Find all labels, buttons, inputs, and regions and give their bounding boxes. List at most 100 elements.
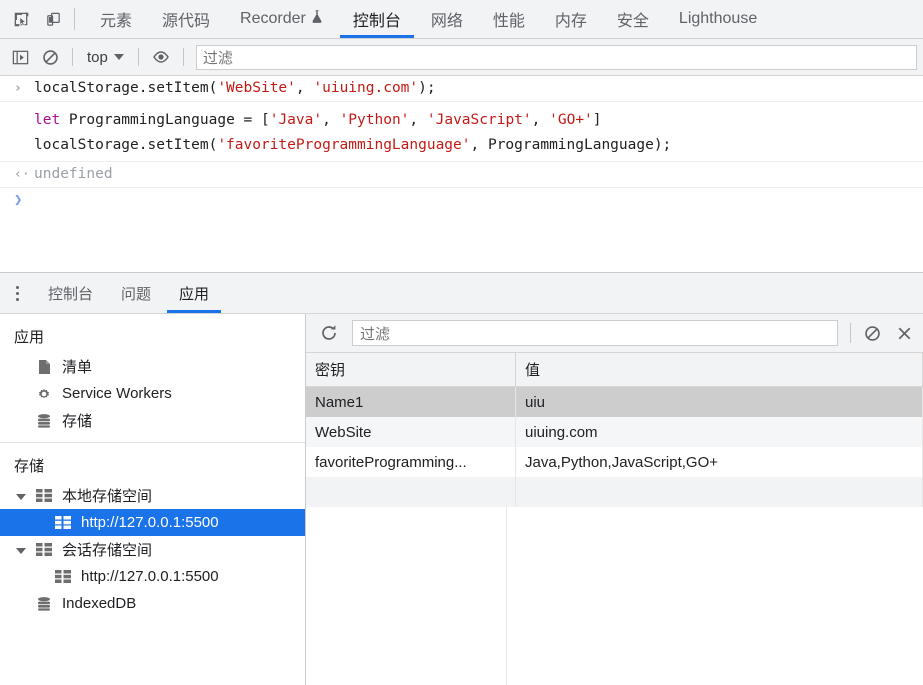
table-grid-icon — [54, 514, 72, 532]
tab-label: 性能 — [492, 13, 525, 30]
chevron-down-icon — [113, 54, 124, 60]
delete-selected-x-icon[interactable] — [889, 320, 919, 346]
drawer-tab-label: 问题 — [121, 285, 152, 303]
sidebar-item-storage[interactable]: 存储 — [0, 407, 305, 434]
live-expression-eye-icon[interactable] — [147, 44, 175, 70]
sidebar-item-label: 清单 — [62, 359, 93, 376]
storage-table-panel: 过滤 密钥 值 Name1 uiu WebSite uiuing.com fav… — [306, 314, 923, 685]
sidebar-item-label: http://127.0.0.1:5500 — [81, 568, 219, 585]
storage-filter-input[interactable]: 过滤 — [352, 320, 838, 346]
manifest-file-icon — [35, 358, 53, 376]
database-icon — [35, 412, 53, 430]
column-header-key[interactable]: 密钥 — [306, 353, 516, 387]
toolbar-divider — [72, 48, 73, 66]
sidebar-item-label: 存储 — [62, 413, 93, 430]
refresh-icon[interactable] — [314, 320, 344, 346]
table-row-empty[interactable] — [306, 477, 923, 507]
column-header-value[interactable]: 值 — [515, 353, 923, 387]
sidebar-section-title-application: 应用 — [14, 329, 45, 346]
cell-key[interactable]: Name1 — [306, 386, 516, 417]
tab-memory[interactable]: 内存 — [540, 0, 602, 38]
chevron-down-icon[interactable] — [16, 547, 26, 554]
sidebar-section-application: 应用 清单 Service Workers 存储 — [0, 314, 305, 442]
tab-recorder[interactable]: Recorder — [225, 0, 338, 38]
main-toolbar-icons — [0, 0, 85, 38]
tab-label: 安全 — [616, 13, 649, 30]
sidebar-item-local-storage-origin[interactable]: http://127.0.0.1:5500 — [0, 509, 305, 536]
console-input-marker-blank — [0, 110, 34, 131]
execution-context-value: top — [87, 48, 108, 66]
console-input-code-line-1: let ProgrammingLanguage = ['Java', 'Pyth… — [34, 112, 602, 128]
tab-sources[interactable]: 源代码 — [147, 0, 225, 38]
table-header-row: 密钥 值 — [306, 353, 923, 387]
tab-label: 网络 — [430, 13, 463, 30]
chevron-down-icon[interactable] — [16, 493, 26, 500]
console-filter-placeholder: 过滤 — [202, 49, 233, 67]
drawer-tab-application[interactable]: 应用 — [165, 273, 223, 313]
table-header: 密钥 值 — [306, 353, 923, 387]
sidebar-item-local-storage[interactable]: 本地存储空间 — [0, 482, 305, 509]
flask-experiment-icon — [311, 9, 323, 29]
table-grid-icon — [35, 541, 53, 559]
console-prompt[interactable]: ❯ — [0, 188, 923, 212]
sidebar-item-session-storage[interactable]: 会话存储空间 — [0, 536, 305, 563]
tab-lighthouse[interactable]: Lighthouse — [664, 0, 772, 38]
cell-value[interactable] — [515, 477, 923, 507]
sidebar-item-label: 本地存储空间 — [62, 488, 153, 505]
gear-icon — [35, 385, 53, 403]
tab-label: 元素 — [100, 13, 133, 30]
table-empty-value-column — [507, 507, 923, 685]
table-grid-icon — [54, 568, 72, 586]
console-sidebar-icon[interactable] — [6, 44, 34, 70]
tab-network[interactable]: 网络 — [416, 0, 478, 38]
cell-value[interactable]: uiuing.com — [515, 417, 923, 447]
tab-elements[interactable]: 元素 — [85, 0, 147, 38]
main-tab-bar: 元素 源代码 Recorder 控制台 网络 性能 内存 安全 Lighthou… — [0, 0, 923, 39]
drawer: 控制台 问题 应用 应用 清单 Service Workers 存储 存储 本地… — [0, 272, 923, 685]
cell-key[interactable]: WebSite — [306, 417, 516, 447]
tab-label: 控制台 — [352, 13, 401, 30]
console-entry-input-2[interactable]: let ProgrammingLanguage = ['Java', 'Pyth… — [0, 102, 923, 162]
device-toolbar-icon[interactable] — [40, 6, 66, 32]
toolbar-divider — [850, 323, 851, 343]
tab-security[interactable]: 安全 — [602, 0, 664, 38]
toolbar-divider — [182, 48, 184, 66]
console-input-marker-blank-2 — [0, 135, 34, 156]
clear-all-icon[interactable] — [857, 320, 887, 346]
inspect-cursor-icon[interactable] — [8, 6, 34, 32]
table-row[interactable]: favoriteProgramming... Java,Python,JavaS… — [306, 447, 923, 477]
sidebar-item-label: IndexedDB — [62, 595, 137, 612]
sidebar-item-session-storage-origin[interactable]: http://127.0.0.1:5500 — [0, 563, 305, 590]
storage-table-toolbar: 过滤 — [306, 314, 923, 353]
sidebar-item-label: http://127.0.0.1:5500 — [81, 514, 219, 531]
drawer-tab-issues[interactable]: 问题 — [107, 273, 165, 313]
clear-console-icon[interactable] — [36, 44, 64, 70]
console-input-marker: › — [14, 81, 22, 96]
execution-context-selector[interactable]: top — [81, 45, 130, 69]
console-toolbar: top 过滤 — [0, 39, 923, 76]
cell-key[interactable] — [306, 477, 516, 507]
tab-console[interactable]: 控制台 — [338, 0, 416, 38]
drawer-tab-label: 应用 — [179, 285, 210, 303]
sidebar-item-indexeddb[interactable]: IndexedDB — [0, 590, 305, 617]
console-input-code-line-2: localStorage.setItem('favoriteProgrammin… — [34, 137, 672, 153]
drawer-tab-console[interactable]: 控制台 — [34, 273, 107, 313]
sidebar-item-label: Service Workers — [62, 385, 172, 402]
console-prompt-chevron-icon: ❯ — [14, 192, 23, 208]
panel-tabs: 元素 源代码 Recorder 控制台 网络 性能 内存 安全 Lighthou… — [85, 0, 772, 38]
cell-value[interactable]: Java,Python,JavaScript,GO+ — [515, 447, 923, 477]
tab-performance[interactable]: 性能 — [478, 0, 540, 38]
console-entry-input-1[interactable]: › localStorage.setItem('WebSite', 'uiuin… — [0, 76, 923, 102]
more-options-dots-icon[interactable] — [0, 273, 34, 313]
table-row[interactable]: WebSite uiuing.com — [306, 417, 923, 447]
console-filter-input[interactable]: 过滤 — [195, 44, 917, 70]
sidebar-item-label: 会话存储空间 — [62, 542, 153, 559]
storage-key-value-table: 密钥 值 Name1 uiu WebSite uiuing.com favori… — [306, 353, 923, 507]
toolbar-divider — [137, 48, 139, 66]
table-row[interactable]: Name1 uiu — [306, 386, 923, 417]
sidebar-item-service-workers[interactable]: Service Workers — [0, 380, 305, 407]
application-panel: 应用 清单 Service Workers 存储 存储 本地存储空间 http:… — [0, 314, 923, 685]
sidebar-item-manifest[interactable]: 清单 — [0, 353, 305, 380]
cell-key[interactable]: favoriteProgramming... — [306, 447, 516, 477]
cell-value[interactable]: uiu — [515, 386, 923, 417]
